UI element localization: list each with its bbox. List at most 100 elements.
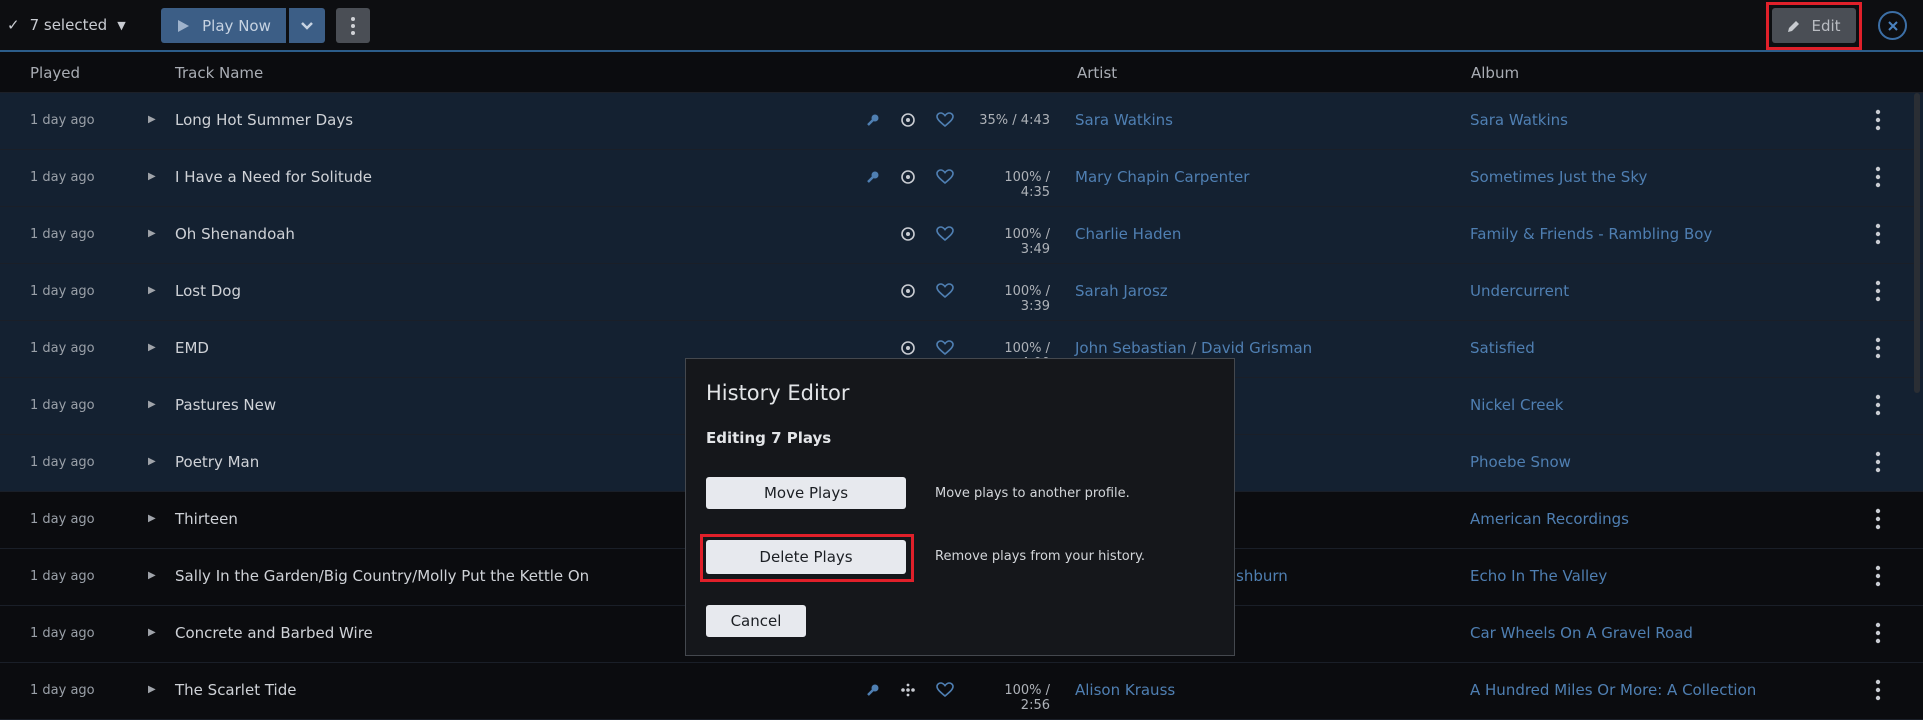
heart-icon[interactable]	[936, 282, 954, 300]
move-plays-button[interactable]: Move Plays	[706, 477, 906, 509]
track-name[interactable]: Long Hot Summer Days	[175, 111, 353, 129]
play-track-icon[interactable]: ▶	[148, 399, 156, 410]
edit-button[interactable]: Edit	[1772, 8, 1856, 43]
track-name[interactable]: Oh Shenandoah	[175, 225, 295, 243]
artist-link[interactable]: Alison Krauss	[1075, 681, 1175, 699]
radio-icon[interactable]	[899, 111, 917, 129]
history-row[interactable]: 1 day ago ▶ I Have a Need for Solitude 100%…	[0, 150, 1923, 207]
scrollbar[interactable]	[1914, 93, 1920, 393]
chevron-down-icon	[301, 21, 313, 30]
row-menu-icon[interactable]	[1870, 449, 1886, 475]
radio-icon[interactable]	[899, 282, 917, 300]
play-track-icon[interactable]: ▶	[148, 570, 156, 581]
microphone-icon[interactable]	[864, 111, 882, 129]
selection-toolbar: ✓ 7 selected ▼ Play Now Edit	[0, 0, 1923, 52]
artist-link[interactable]: Mary Chapin Carpenter	[1075, 168, 1249, 186]
album-link[interactable]: Nickel Creek	[1470, 396, 1563, 414]
track-name[interactable]: Lost Dog	[175, 282, 241, 300]
album-link[interactable]: Sara Watkins	[1470, 111, 1568, 129]
history-row[interactable]: 1 day ago ▶ Lost Dog 100% / 3:39 Sarah Jaros…	[0, 264, 1923, 321]
track-name[interactable]: Poetry Man	[175, 453, 259, 471]
row-menu-icon[interactable]	[1870, 107, 1886, 133]
heart-icon[interactable]	[936, 339, 954, 357]
row-menu-icon[interactable]	[1870, 563, 1886, 589]
artist-link[interactable]: Charlie Haden	[1075, 225, 1181, 243]
row-menu-icon[interactable]	[1870, 278, 1886, 304]
column-artist[interactable]: Artist	[1077, 64, 1117, 82]
selection-dropdown[interactable]: ✓ 7 selected ▼	[7, 16, 126, 34]
track-name[interactable]: Sally In the Garden/Big Country/Molly Pu…	[175, 567, 589, 585]
microphone-icon[interactable]	[864, 168, 882, 186]
cancel-button[interactable]: Cancel	[706, 605, 806, 637]
row-menu-icon[interactable]	[1870, 677, 1886, 703]
album-link[interactable]: Car Wheels On A Gravel Road	[1470, 624, 1693, 642]
artist-link[interactable]: shburn	[1236, 567, 1288, 585]
track-name[interactable]: Thirteen	[175, 510, 238, 528]
album-link[interactable]: Echo In The Valley	[1470, 567, 1607, 585]
play-track-icon[interactable]: ▶	[148, 627, 156, 638]
row-menu-icon[interactable]	[1870, 335, 1886, 361]
play-track-icon[interactable]: ▶	[148, 684, 156, 695]
radio-icon[interactable]	[899, 168, 917, 186]
artist-link[interactable]: Sara Watkins	[1075, 111, 1173, 129]
row-menu-icon[interactable]	[1870, 164, 1886, 190]
heart-icon[interactable]	[936, 681, 954, 699]
play-track-icon[interactable]: ▶	[148, 513, 156, 524]
played-time: 1 day ago	[30, 170, 95, 185]
artist-name-2[interactable]: David Grisman	[1201, 339, 1312, 357]
album-link[interactable]: Undercurrent	[1470, 282, 1569, 300]
radio-icon[interactable]	[899, 225, 917, 243]
artist-name[interactable]: John Sebastian	[1075, 339, 1186, 357]
play-now-button[interactable]: Play Now	[161, 8, 286, 43]
play-now-label: Play Now	[202, 16, 271, 35]
vertical-dots-icon	[351, 16, 355, 35]
track-name[interactable]: The Scarlet Tide	[175, 681, 296, 699]
track-name[interactable]: EMD	[175, 339, 209, 357]
played-time: 1 day ago	[30, 455, 95, 470]
row-menu-icon[interactable]	[1870, 392, 1886, 418]
album-link[interactable]: Family & Friends - Rambling Boy	[1470, 225, 1712, 243]
album-link[interactable]: A Hundred Miles Or More: A Collection	[1470, 681, 1756, 699]
album-link[interactable]: Sometimes Just the Sky	[1470, 168, 1647, 186]
pencil-icon	[1788, 20, 1800, 32]
play-track-icon[interactable]: ▶	[148, 114, 156, 125]
history-row[interactable]: 1 day ago ▶ Oh Shenandoah 100% / 3:49 Charli…	[0, 207, 1923, 264]
play-track-icon[interactable]: ▶	[148, 342, 156, 353]
album-link[interactable]: American Recordings	[1470, 510, 1629, 528]
more-options-button[interactable]	[336, 8, 370, 43]
column-header: Played Track Name Artist Album	[0, 52, 1923, 93]
play-options-button[interactable]	[289, 8, 325, 43]
radio-icon[interactable]	[899, 339, 917, 357]
history-row[interactable]: 1 day ago ▶ The Scarlet Tide 100% / 2:56 Ali…	[0, 663, 1923, 720]
play-track-icon[interactable]: ▶	[148, 228, 156, 239]
play-track-icon[interactable]: ▶	[148, 285, 156, 296]
played-time: 1 day ago	[30, 626, 95, 641]
artist-link[interactable]: John Sebastian / David Grisman	[1075, 339, 1312, 357]
play-track-icon[interactable]: ▶	[148, 456, 156, 467]
played-time: 1 day ago	[30, 512, 95, 527]
row-menu-icon[interactable]	[1870, 221, 1886, 247]
column-played[interactable]: Played	[30, 64, 80, 82]
history-row[interactable]: 1 day ago ▶ Long Hot Summer Days 35% / 4:43…	[0, 93, 1923, 150]
connections-icon[interactable]	[899, 681, 917, 699]
delete-plays-button[interactable]: Delete Plays	[706, 540, 906, 574]
play-progress: 100% / 3:39	[1004, 284, 1050, 314]
row-menu-icon[interactable]	[1870, 620, 1886, 646]
heart-icon[interactable]	[936, 111, 954, 129]
column-album[interactable]: Album	[1471, 64, 1519, 82]
play-track-icon[interactable]: ▶	[148, 171, 156, 182]
artist-separator: /	[1186, 339, 1202, 357]
album-link[interactable]: Phoebe Snow	[1470, 453, 1571, 471]
microphone-icon[interactable]	[864, 681, 882, 699]
played-time: 1 day ago	[30, 341, 95, 356]
album-link[interactable]: Satisfied	[1470, 339, 1535, 357]
track-name[interactable]: I Have a Need for Solitude	[175, 168, 372, 186]
heart-icon[interactable]	[936, 168, 954, 186]
heart-icon[interactable]	[936, 225, 954, 243]
track-name[interactable]: Pastures New	[175, 396, 276, 414]
column-track-name[interactable]: Track Name	[175, 64, 263, 82]
track-name[interactable]: Concrete and Barbed Wire	[175, 624, 373, 642]
close-selection-button[interactable]	[1878, 11, 1907, 40]
artist-link[interactable]: Sarah Jarosz	[1075, 282, 1168, 300]
row-menu-icon[interactable]	[1870, 506, 1886, 532]
